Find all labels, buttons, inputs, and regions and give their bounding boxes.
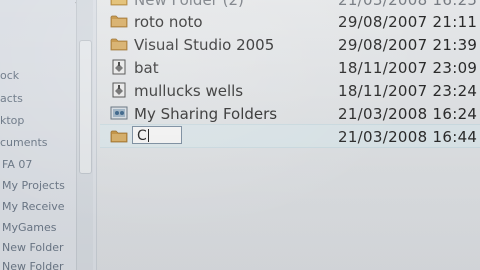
folder-icon xyxy=(110,130,128,143)
file-date: 21/03/2008 16:24 xyxy=(338,105,478,123)
rename-input[interactable]: C xyxy=(132,126,182,144)
file-row-mullucks-wells[interactable]: mullucks wells 18/11/2007 23:24 xyxy=(100,79,480,101)
file-date: 21/03/2008 16:44 xyxy=(338,128,478,146)
nav-item-my-projects[interactable]: My Projects xyxy=(2,178,65,194)
explorer-window: ⌄ ock acts ktop cuments FA 07 My Project… xyxy=(0,0,480,270)
batch-file-icon xyxy=(112,59,126,75)
folder-icon xyxy=(110,15,128,28)
folder-icon xyxy=(110,0,128,6)
folder-icon xyxy=(110,38,128,51)
file-date: 29/08/2007 21:39 xyxy=(338,36,478,54)
file-row-roto-noto[interactable]: roto noto 29/08/2007 21:11 xyxy=(100,10,480,32)
nav-item-desktop[interactable]: ktop xyxy=(0,113,24,129)
file-list: New Folder (2) 21/03/2008 16:25 roto not… xyxy=(100,0,480,270)
file-name: bat xyxy=(134,59,159,77)
file-date: 18/11/2007 23:09 xyxy=(338,59,478,77)
nav-scrollbar-thumb[interactable] xyxy=(79,40,92,174)
file-date: 21/03/2008 16:25 xyxy=(338,0,478,9)
file-name: My Sharing Folders xyxy=(134,105,278,123)
nav-item-contacts[interactable]: acts xyxy=(0,91,23,107)
nav-item-fa07[interactable]: FA 07 xyxy=(2,157,32,173)
file-name: New Folder (2) xyxy=(134,0,244,9)
nav-scrollbar[interactable] xyxy=(76,0,93,270)
file-row-bat[interactable]: bat 18/11/2007 23:09 xyxy=(100,56,480,78)
file-name: roto noto xyxy=(134,13,203,31)
nav-item-mygames[interactable]: MyGames xyxy=(2,220,56,236)
nav-item-my-received[interactable]: My Receive xyxy=(2,199,65,215)
shared-folder-icon xyxy=(110,106,128,120)
text-caret xyxy=(147,129,149,142)
nav-item-new-folder-2[interactable]: New Folder xyxy=(2,259,63,270)
nav-item-dock[interactable]: ock xyxy=(0,68,19,84)
file-date: 29/08/2007 21:11 xyxy=(338,13,478,31)
file-name: Visual Studio 2005 xyxy=(134,36,275,54)
navigation-pane: ⌄ ock acts ktop cuments FA 07 My Project… xyxy=(0,0,97,270)
rename-input-text: C xyxy=(137,128,147,144)
batch-file-icon xyxy=(112,82,126,98)
file-row-my-sharing-folders[interactable]: My Sharing Folders 21/03/2008 16:24 xyxy=(100,102,480,124)
file-name: mullucks wells xyxy=(134,82,244,100)
file-row-renaming[interactable]: C 21/03/2008 16:44 xyxy=(100,124,480,148)
file-row-visual-studio-2005[interactable]: Visual Studio 2005 29/08/2007 21:39 xyxy=(100,33,480,55)
file-row-new-folder-2[interactable]: New Folder (2) 21/03/2008 16:25 xyxy=(100,0,480,10)
nav-item-new-folder[interactable]: New Folder xyxy=(2,240,63,256)
file-date: 18/11/2007 23:24 xyxy=(338,82,478,100)
nav-item-documents[interactable]: cuments xyxy=(0,135,48,151)
